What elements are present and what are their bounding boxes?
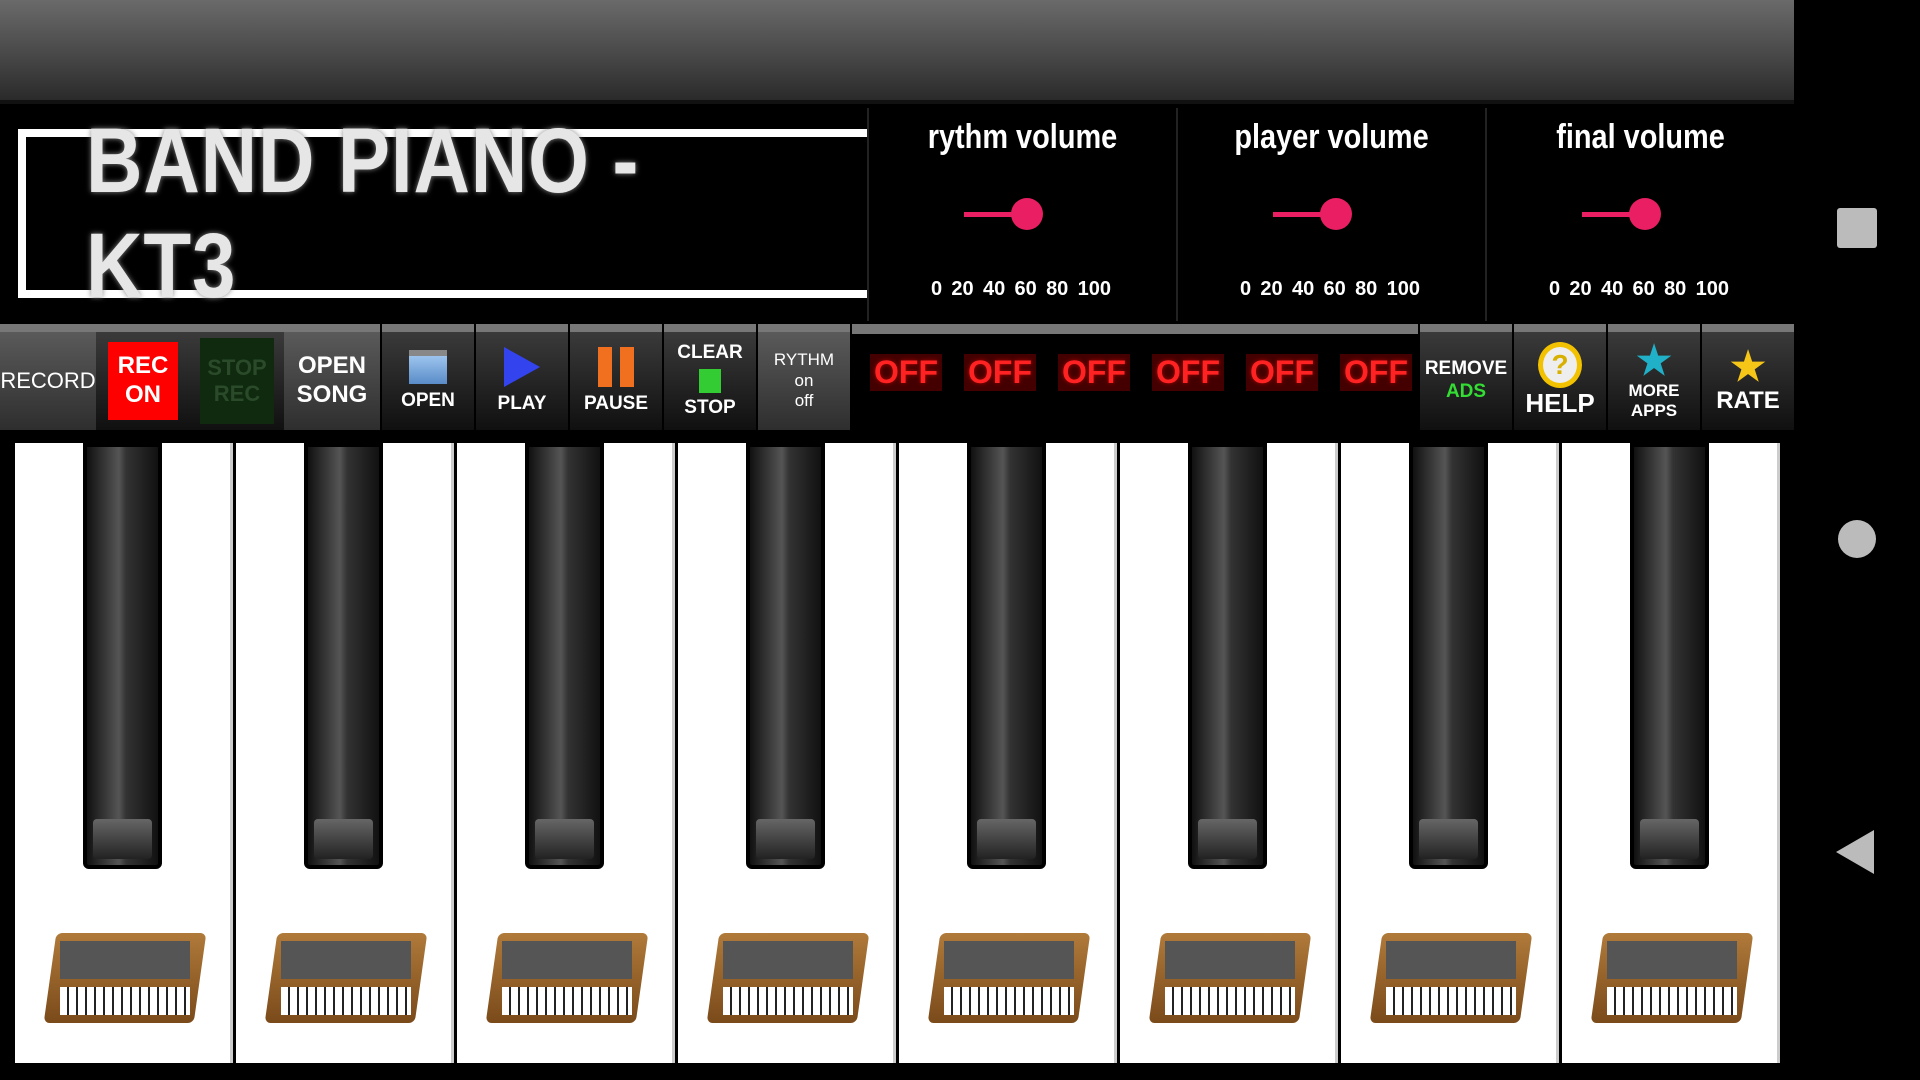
channel-off-toggle[interactable]: OFF [1058, 354, 1130, 391]
synthesizer-image [485, 933, 649, 1023]
black-key[interactable] [1630, 443, 1709, 869]
synthesizer-image [43, 933, 207, 1023]
remove-ads-button[interactable]: REMOVE ADS [1420, 324, 1512, 430]
tick-label: 0 [1240, 278, 1252, 300]
channel-off-toggle[interactable]: OFF [1340, 354, 1412, 391]
rate-button[interactable]: ★ RATE [1702, 324, 1794, 430]
tick-label: 40 [1600, 278, 1624, 300]
channel-off-toggle[interactable]: OFF [1152, 354, 1224, 391]
volume-panel: player volume 0 20 40 60 80 100 [1176, 108, 1485, 321]
black-key[interactable] [83, 443, 162, 869]
black-key[interactable] [1188, 443, 1267, 869]
synthesizer-image [927, 933, 1091, 1023]
volume-label: rythm volume [927, 118, 1118, 156]
rythm-toggle[interactable]: RYTHM on off [758, 324, 850, 430]
app-title: BAND PIANO - KT3 [86, 109, 640, 317]
stop-icon [699, 369, 721, 393]
tick-label: 80 [1355, 278, 1378, 300]
home-icon[interactable] [1838, 520, 1876, 558]
recents-icon[interactable] [1837, 208, 1877, 248]
black-key[interactable] [967, 443, 1046, 869]
tick-label: 100 [1386, 278, 1420, 300]
open-button[interactable]: OPEN [382, 324, 474, 430]
synthesizer-image [706, 933, 870, 1023]
volume-panel: rythm volume 0 20 40 60 80 100 [867, 108, 1176, 321]
tick-label: 0 [1549, 278, 1561, 300]
volume-panel: final volume 0 20 40 60 80 100 [1485, 108, 1794, 321]
synthesizer-image [1590, 933, 1754, 1023]
clear-stop-button[interactable]: CLEAR STOP [664, 324, 756, 430]
volume-label: player volume [1234, 118, 1429, 156]
tick-label: 60 [1323, 278, 1346, 300]
channel-off-toggle[interactable]: OFF [1246, 354, 1318, 391]
volume-label: final volume [1556, 118, 1725, 156]
black-key[interactable] [525, 443, 604, 869]
play-button[interactable]: PLAY [476, 324, 568, 430]
synthesizer-image [1148, 933, 1312, 1023]
android-nav-bar [1794, 0, 1920, 1080]
volume-slider-thumb[interactable] [1320, 198, 1352, 230]
tick-label: 40 [1291, 278, 1315, 300]
channel-off-toggle[interactable]: OFF [964, 354, 1036, 391]
tick-label: 20 [1260, 278, 1283, 300]
synthesizer-image [264, 933, 428, 1023]
rec-on-button[interactable]: REC ON [96, 324, 190, 430]
synthesizer-image [1369, 933, 1533, 1023]
star-icon: ★ [1636, 338, 1672, 383]
volume-slider-thumb[interactable] [1011, 198, 1043, 230]
tick-label: 0 [931, 278, 943, 300]
play-icon [504, 346, 540, 387]
black-key[interactable] [304, 443, 383, 869]
pause-icon [598, 346, 634, 387]
pause-button[interactable]: PAUSE [570, 324, 662, 430]
black-key[interactable] [1409, 443, 1488, 869]
volume-slider-thumb[interactable] [1629, 198, 1661, 230]
help-button[interactable]: ? HELP [1514, 324, 1606, 430]
more-apps-button[interactable]: ★ MORE APPS [1608, 324, 1700, 430]
tick-label: 40 [982, 278, 1006, 300]
record-label: RECORD [0, 324, 96, 430]
tick-label: 60 [1632, 278, 1655, 300]
tick-label: 100 [1077, 278, 1111, 300]
tick-label: 80 [1664, 278, 1687, 300]
tick-label: 60 [1014, 278, 1037, 300]
black-key[interactable] [746, 443, 825, 869]
tick-label: 20 [1569, 278, 1592, 300]
stop-rec-button[interactable]: STOP REC [190, 324, 284, 430]
top-bar [0, 0, 1794, 104]
tick-label: 80 [1046, 278, 1069, 300]
tick-label: 20 [951, 278, 974, 300]
open-song-button[interactable]: OPEN SONG [284, 324, 380, 430]
title-banner: BAND PIANO - KT3 [18, 110, 867, 317]
folder-icon [409, 349, 447, 384]
toolbar: RECORD REC ON STOP REC OPEN SONG OPEN PLAY … [0, 324, 1794, 430]
back-icon[interactable] [1836, 830, 1874, 874]
tick-label: 100 [1695, 278, 1729, 300]
channel-off-toggle[interactable]: OFF [870, 354, 942, 391]
help-icon: ? [1538, 342, 1582, 389]
piano-keyboard [15, 443, 1780, 1063]
star-icon: ★ [1730, 344, 1766, 389]
